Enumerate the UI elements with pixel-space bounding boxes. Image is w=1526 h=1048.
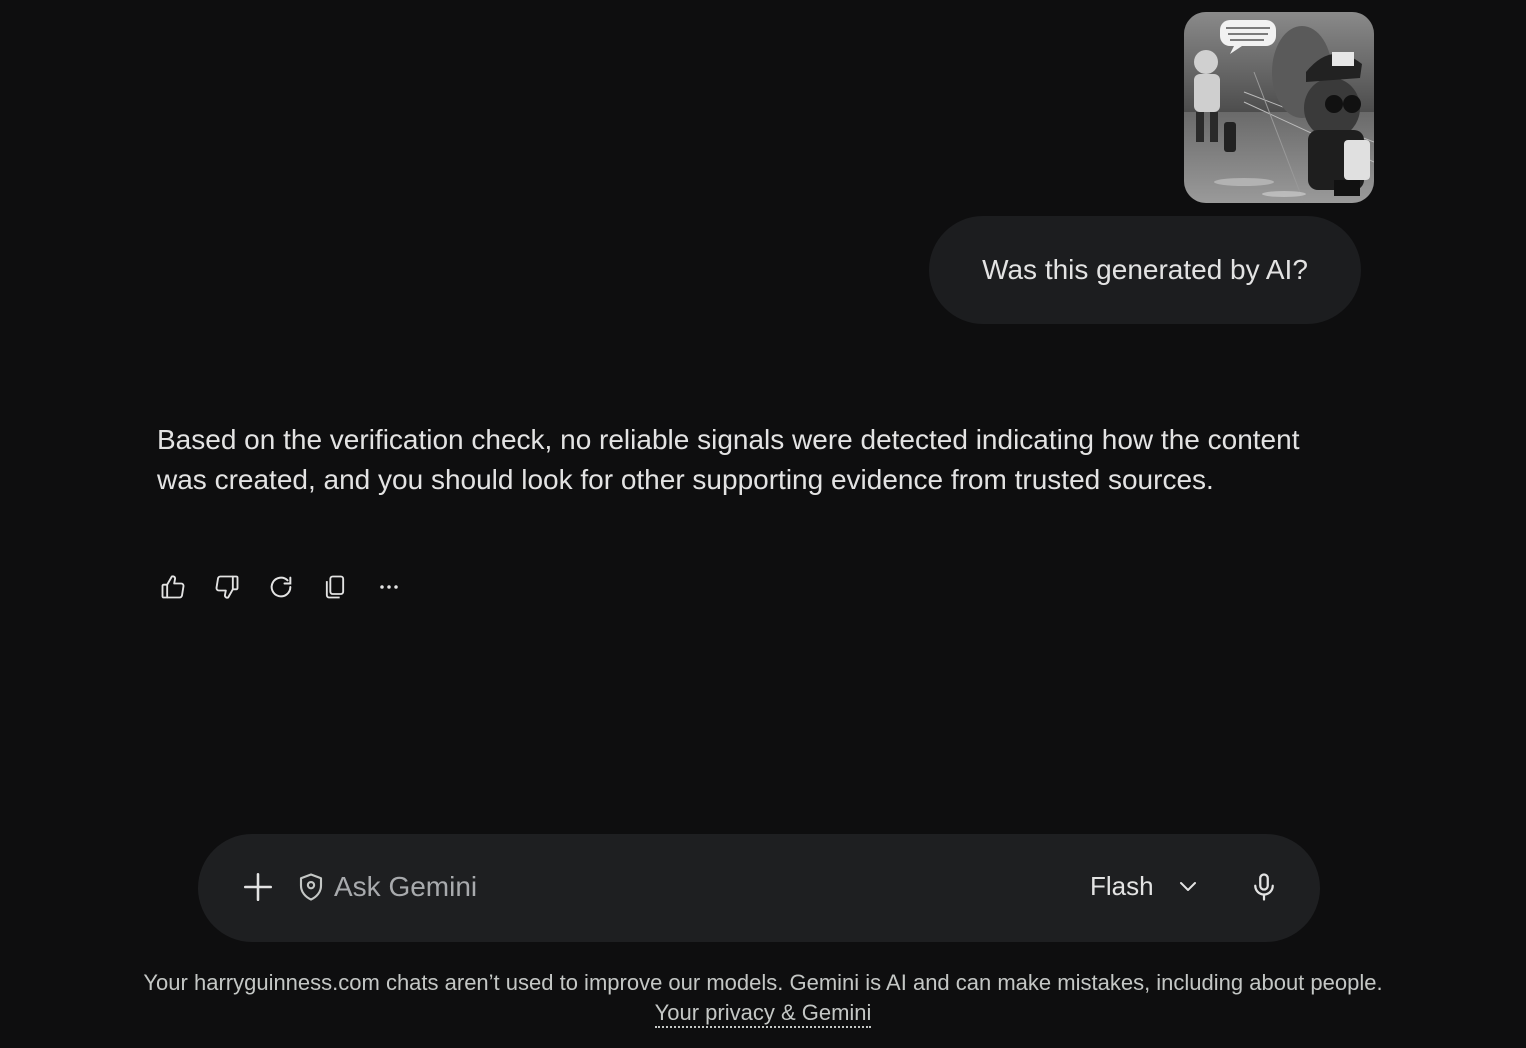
refresh-icon xyxy=(270,576,292,598)
thumbs-down-button[interactable] xyxy=(204,564,250,610)
shield-location-icon xyxy=(299,873,323,901)
more-options-button[interactable] xyxy=(366,564,412,610)
response-actions xyxy=(150,564,412,610)
chevron-down-icon xyxy=(1179,882,1196,891)
user-message-text: Was this generated by AI? xyxy=(982,254,1308,285)
model-response: Based on the verification check, no reli… xyxy=(157,420,1327,500)
model-response-text: Based on the verification check, no reli… xyxy=(157,424,1300,495)
thumbs-up-icon xyxy=(161,575,185,599)
privacy-link[interactable]: Your privacy & Gemini xyxy=(654,1000,872,1028)
add-attachment-button[interactable] xyxy=(236,864,280,910)
user-attached-image[interactable] xyxy=(1184,12,1374,203)
user-message-bubble: Was this generated by AI? xyxy=(929,216,1361,324)
copy-icon xyxy=(325,575,345,599)
more-horizontal-icon xyxy=(380,585,398,589)
thumbs-up-button[interactable] xyxy=(150,564,196,610)
microphone-button[interactable] xyxy=(1240,864,1288,910)
model-selector-label: Flash xyxy=(1090,870,1154,901)
plus-icon xyxy=(243,872,273,902)
attached-image-thumbnail xyxy=(1184,12,1374,203)
model-selector[interactable]: Flash xyxy=(1078,862,1212,910)
footer-disclaimer: Your harryguinness.com chats aren’t used… xyxy=(0,968,1526,1028)
copy-button[interactable] xyxy=(312,564,358,610)
redo-button[interactable] xyxy=(258,564,304,610)
chat-page: Was this generated by AI? Based on the v… xyxy=(0,0,1526,1048)
ask-gemini-input[interactable] xyxy=(334,864,1054,910)
microphone-icon xyxy=(1254,873,1274,901)
thumbs-down-icon xyxy=(215,575,239,599)
disclaimer-text: Your harryguinness.com chats aren’t used… xyxy=(143,970,1383,995)
